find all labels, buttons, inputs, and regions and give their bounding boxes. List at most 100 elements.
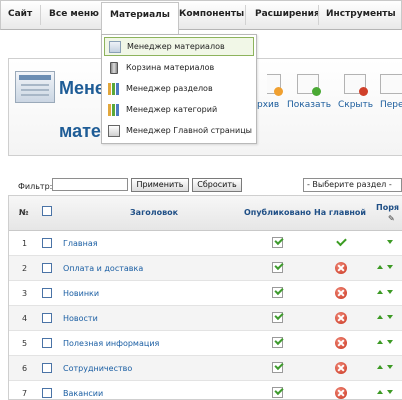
archive-button[interactable]: рхив — [257, 74, 283, 110]
frontpage-no-icon[interactable] — [335, 337, 347, 349]
dropdown-item-frontpage[interactable]: Менеджер Главной страницы — [104, 121, 254, 140]
table-row: 1 Главная — [9, 231, 402, 256]
archive-label: рхив — [257, 100, 280, 110]
frontpage-no-icon[interactable] — [335, 312, 347, 324]
save-order-icon[interactable]: ✎ — [388, 214, 395, 223]
move-button[interactable]: Пере — [380, 74, 402, 110]
row-checkbox[interactable] — [42, 263, 52, 273]
row-number: 1 — [22, 239, 28, 248]
filter-input[interactable] — [52, 178, 128, 191]
column-title[interactable]: Заголовок — [130, 208, 178, 217]
order-up-icon[interactable] — [377, 390, 383, 394]
frontpage-no-icon[interactable] — [335, 287, 347, 299]
dropdown-item-article-manager[interactable]: Менеджер материалов — [104, 37, 254, 56]
row-checkbox[interactable] — [42, 288, 52, 298]
article-title-link[interactable]: Новости — [63, 314, 98, 323]
published-icon[interactable] — [272, 362, 283, 373]
archive-icon — [267, 74, 283, 96]
apply-filter-button[interactable]: Применить — [131, 178, 189, 192]
menu-site[interactable]: Сайт — [8, 9, 32, 19]
article-title-link[interactable]: Полезная информация — [63, 339, 159, 348]
move-icon — [380, 74, 402, 94]
frontpage-no-icon[interactable] — [335, 387, 347, 399]
row-number: 3 — [22, 289, 28, 298]
row-checkbox[interactable] — [42, 338, 52, 348]
table-row: 7 Вакансии — [9, 381, 402, 400]
dropdown-item-label: Менеджер категорий — [126, 105, 218, 114]
article-title-link[interactable]: Главная — [63, 239, 98, 248]
unpublish-icon — [344, 74, 368, 96]
table-row: 5 Полезная информация — [9, 331, 402, 356]
frontpage-yes-icon[interactable] — [335, 237, 347, 249]
frontpage-no-icon[interactable] — [335, 262, 347, 274]
dropdown-item-label: Менеджер материалов — [127, 42, 225, 51]
row-checkbox[interactable] — [42, 238, 52, 248]
dropdown-item-categories[interactable]: Менеджер категорий — [104, 100, 254, 119]
row-number: 2 — [22, 264, 28, 273]
menu-articles[interactable]: Материалы — [101, 2, 179, 34]
dropdown-item-trash[interactable]: Корзина материалов — [104, 58, 254, 77]
order-down-icon[interactable] — [387, 240, 393, 244]
articles-dropdown-menu: Менеджер материалов Корзина материалов М… — [101, 34, 257, 144]
publish-label: Показать — [287, 100, 332, 110]
publish-button[interactable]: Показать — [287, 74, 332, 110]
published-icon[interactable] — [272, 337, 283, 348]
published-icon[interactable] — [272, 387, 283, 398]
published-icon[interactable] — [272, 237, 283, 248]
menu-tools[interactable]: Инструменты — [326, 9, 396, 19]
section-select[interactable]: - Выберите раздел - — [303, 178, 402, 192]
row-checkbox[interactable] — [42, 388, 52, 398]
order-down-icon[interactable] — [387, 390, 393, 394]
article-title-link[interactable]: Новинки — [63, 289, 99, 298]
article-title-link[interactable]: Вакансии — [63, 389, 103, 398]
order-up-icon[interactable] — [377, 290, 383, 294]
categories-icon — [108, 103, 120, 116]
column-number: № — [19, 208, 29, 217]
row-checkbox[interactable] — [42, 313, 52, 323]
reset-filter-button[interactable]: Сбросить — [192, 178, 242, 192]
page-title-line1: Мене — [59, 78, 105, 98]
order-up-icon[interactable] — [377, 265, 383, 269]
order-up-icon[interactable] — [377, 315, 383, 319]
menu-separator — [318, 5, 319, 25]
article-title-link[interactable]: Оплата и доставка — [63, 264, 143, 273]
published-icon[interactable] — [272, 262, 283, 273]
table-row: 6 Сотрудничество — [9, 356, 402, 381]
article-manager-icon — [109, 40, 121, 53]
row-number: 6 — [22, 364, 28, 373]
menu-separator — [40, 5, 41, 25]
menu-components[interactable]: Компоненты — [179, 9, 244, 19]
order-down-icon[interactable] — [387, 365, 393, 369]
order-down-icon[interactable] — [387, 315, 393, 319]
menu-all-menus[interactable]: Все меню — [49, 9, 99, 19]
column-published[interactable]: Опубликовано — [244, 208, 311, 217]
frontpage-icon — [108, 124, 120, 137]
article-title-link[interactable]: Сотрудничество — [63, 364, 132, 373]
order-down-icon[interactable] — [387, 340, 393, 344]
order-up-icon[interactable] — [377, 340, 383, 344]
order-up-icon[interactable] — [377, 365, 383, 369]
article-manager-icon — [15, 71, 55, 103]
order-down-icon[interactable] — [387, 290, 393, 294]
published-icon[interactable] — [272, 312, 283, 323]
dropdown-item-label: Менеджер Главной страницы — [126, 126, 252, 135]
table-row: 3 Новинки — [9, 281, 402, 306]
dropdown-item-sections[interactable]: Менеджер разделов — [104, 79, 254, 98]
menu-extensions[interactable]: Расширения — [255, 9, 320, 19]
row-number: 7 — [22, 389, 28, 398]
dropdown-item-label: Менеджер разделов — [126, 84, 213, 93]
menu-separator — [245, 5, 246, 25]
row-checkbox[interactable] — [42, 363, 52, 373]
move-label: Пере — [380, 100, 402, 110]
publish-icon — [297, 74, 321, 96]
select-all-checkbox[interactable] — [42, 206, 52, 216]
row-number: 4 — [22, 314, 28, 323]
order-down-icon[interactable] — [387, 265, 393, 269]
unpublish-button[interactable]: Скрыть — [338, 74, 373, 110]
frontpage-no-icon[interactable] — [335, 362, 347, 374]
published-icon[interactable] — [272, 287, 283, 298]
filter-label: Фильтр: — [18, 182, 53, 191]
column-order[interactable]: Поря — [376, 203, 399, 212]
dropdown-item-label: Корзина материалов — [126, 63, 215, 72]
column-frontpage[interactable]: На главной — [314, 208, 366, 217]
